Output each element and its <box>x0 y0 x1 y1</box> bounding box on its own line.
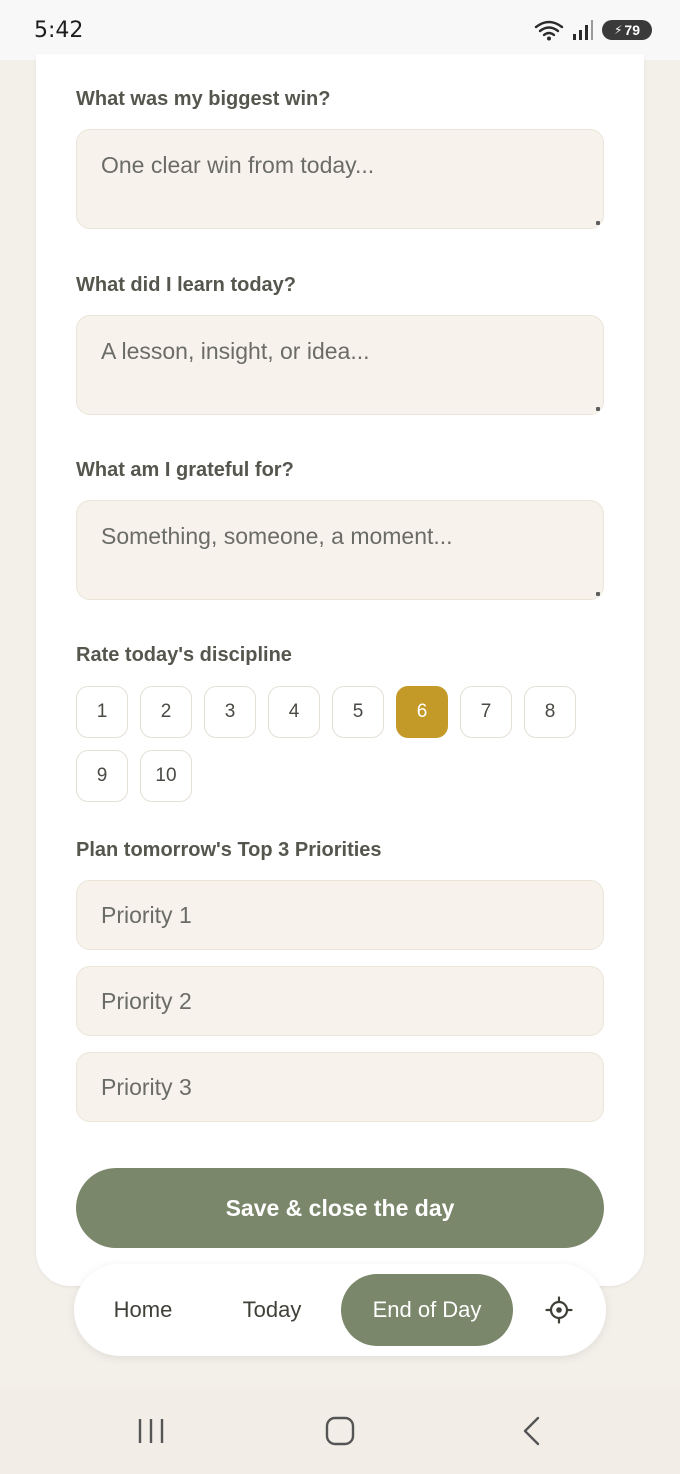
rating-button-4[interactable]: 4 <box>268 686 320 738</box>
question-label-grateful: What am I grateful for? <box>76 459 294 481</box>
rating-button-6[interactable]: 6 <box>396 686 448 738</box>
nav-end-of-day[interactable]: End of Day <box>341 1274 513 1346</box>
wifi-icon <box>534 20 564 41</box>
system-nav-bar <box>0 1388 680 1474</box>
discipline-rating-row-2: 9 10 <box>76 750 192 802</box>
biggest-win-input[interactable]: One clear win from today... <box>76 129 604 229</box>
battery-level: 79 <box>624 22 640 38</box>
charging-icon: ⚡ <box>613 23 623 37</box>
priority-3-input[interactable]: Priority 3 <box>76 1052 604 1122</box>
resize-handle[interactable] <box>596 221 600 225</box>
battery-indicator: ⚡ 79 <box>602 20 652 40</box>
signal-icon <box>573 20 593 40</box>
nav-today[interactable]: Today <box>224 1274 320 1346</box>
rating-button-5[interactable]: 5 <box>332 686 384 738</box>
priority-2-input[interactable]: Priority 2 <box>76 966 604 1036</box>
rating-button-3[interactable]: 3 <box>204 686 256 738</box>
priority-2-placeholder: Priority 2 <box>101 988 192 1014</box>
rating-button-10[interactable]: 10 <box>140 750 192 802</box>
save-close-day-button[interactable]: Save & close the day <box>76 1168 604 1248</box>
back-icon[interactable] <box>520 1416 544 1446</box>
priority-1-input[interactable]: Priority 1 <box>76 880 604 950</box>
resize-handle[interactable] <box>596 592 600 596</box>
rating-button-1[interactable]: 1 <box>76 686 128 738</box>
grateful-placeholder: Something, someone, a moment... <box>101 523 453 549</box>
grateful-input[interactable]: Something, someone, a moment... <box>76 500 604 600</box>
rating-button-2[interactable]: 2 <box>140 686 192 738</box>
question-label-learned: What did I learn today? <box>76 274 297 296</box>
priorities-label: Plan tomorrow's Top 3 Priorities <box>76 839 382 861</box>
status-icons: ⚡ 79 <box>534 19 652 41</box>
nav-home[interactable]: Home <box>94 1274 192 1346</box>
discipline-rating-row-1: 1 2 3 4 5 6 7 8 <box>76 686 576 738</box>
learned-placeholder: A lesson, insight, or idea... <box>101 338 370 364</box>
status-time: 5:42 <box>34 17 84 43</box>
rating-button-7[interactable]: 7 <box>460 686 512 738</box>
biggest-win-placeholder: One clear win from today... <box>101 152 375 178</box>
bottom-nav: Home Today End of Day <box>74 1264 606 1356</box>
question-label-biggest-win: What was my biggest win? <box>76 88 331 110</box>
status-bar: 5:42 ⚡ 79 <box>0 0 680 60</box>
home-icon[interactable] <box>325 1416 355 1446</box>
rating-button-8[interactable]: 8 <box>524 686 576 738</box>
priority-1-placeholder: Priority 1 <box>101 902 192 928</box>
discipline-rating-label: Rate today's discipline <box>76 644 292 666</box>
priority-3-placeholder: Priority 3 <box>101 1074 192 1100</box>
learned-input[interactable]: A lesson, insight, or idea... <box>76 315 604 415</box>
gear-icon[interactable] <box>544 1295 574 1325</box>
resize-handle[interactable] <box>596 407 600 411</box>
rating-button-9[interactable]: 9 <box>76 750 128 802</box>
recents-icon[interactable] <box>136 1416 166 1446</box>
end-of-day-card: What was my biggest win? One clear win f… <box>36 54 644 1286</box>
